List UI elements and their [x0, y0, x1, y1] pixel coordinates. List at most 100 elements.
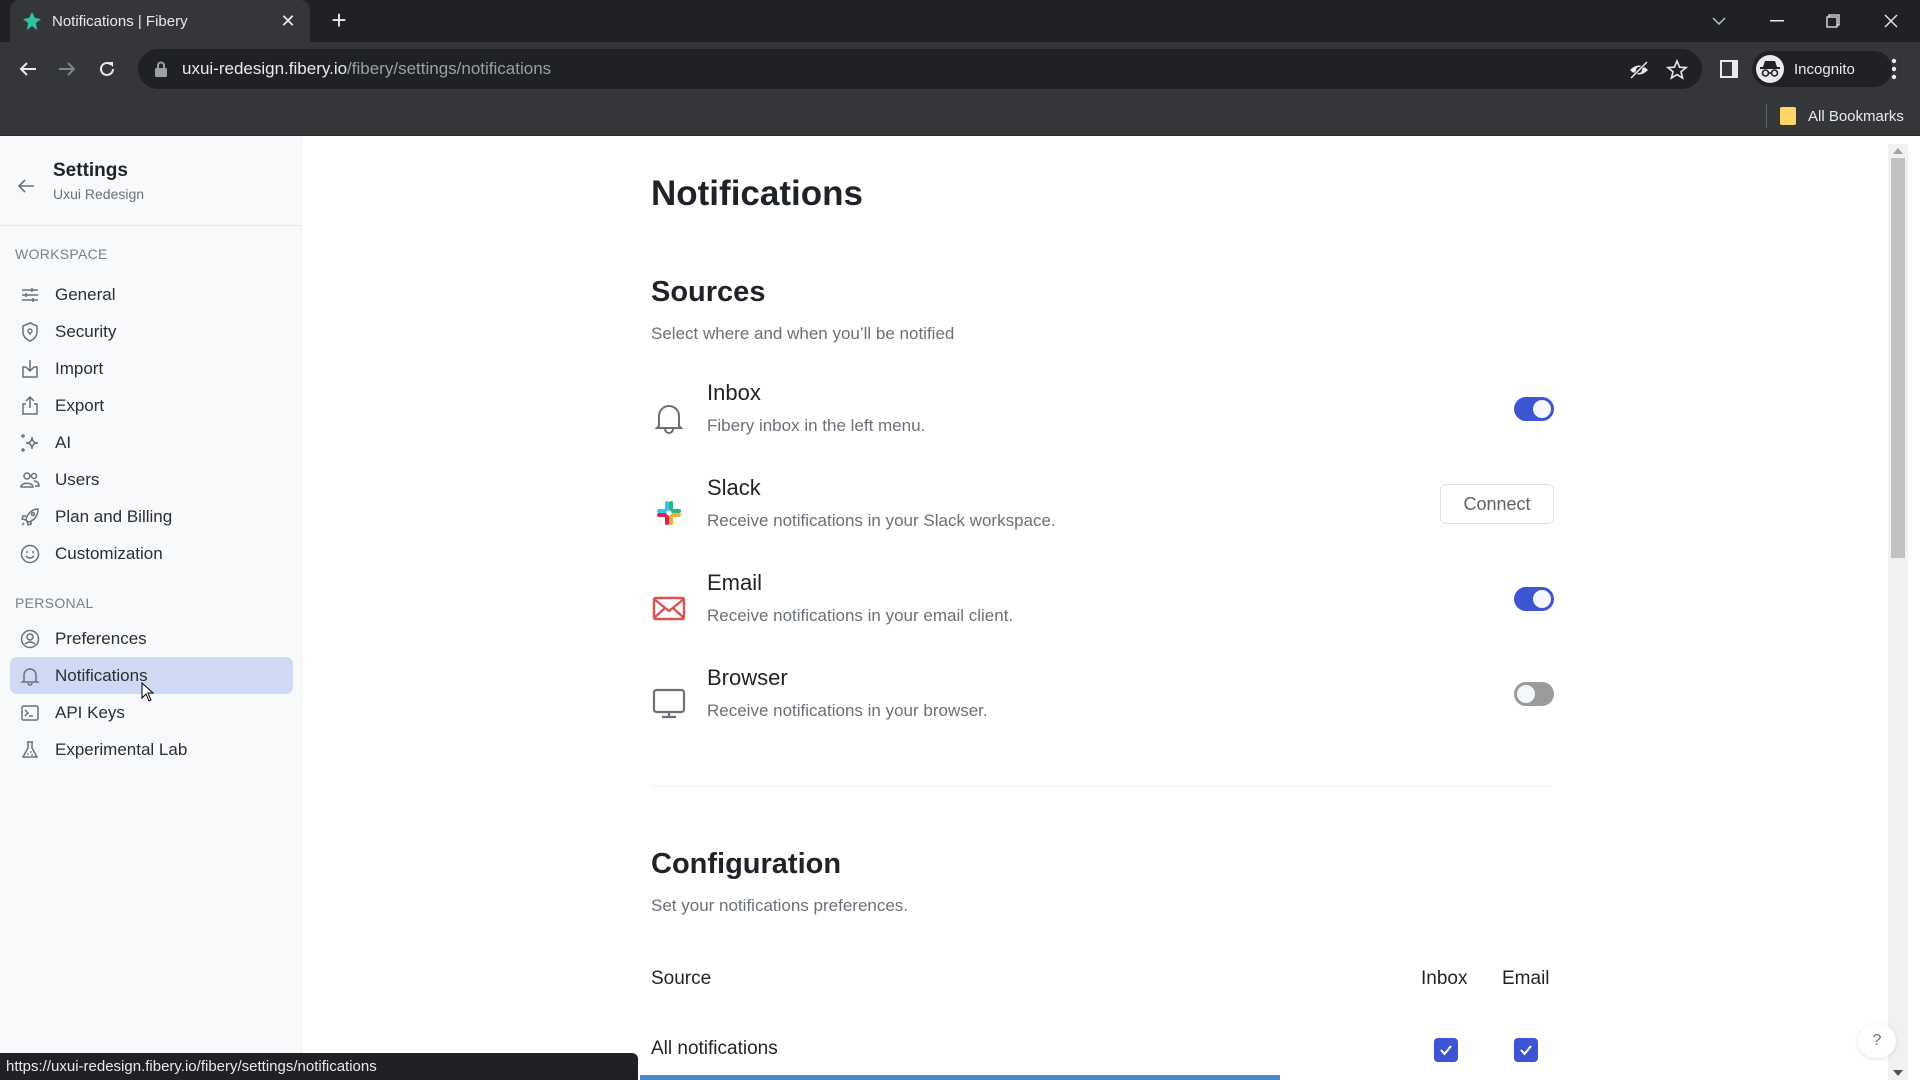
source-name: Inbox [707, 380, 761, 405]
bookmarks-bar: All Bookmarks [0, 96, 1920, 136]
flask-icon [21, 740, 39, 758]
toggle-knob [1533, 400, 1551, 418]
new-tab-button[interactable]: + [326, 7, 352, 34]
tab-search-chevron-icon[interactable] [1704, 6, 1734, 36]
url-host: uxui-redesign.fibery.io [182, 59, 348, 78]
bell-icon [20, 667, 40, 686]
tab-title: Notifications | Fibery [52, 12, 188, 30]
section-divider [651, 785, 1551, 786]
sidebar-item-security[interactable]: Security [10, 313, 293, 350]
browser-tabstrip: Notifications | Fibery ✕ + [0, 0, 1920, 42]
bookmark-star-icon[interactable] [1666, 59, 1688, 81]
page-load-progress [640, 1075, 1280, 1080]
source-name: Email [707, 570, 763, 595]
app: Settings Uxui Redesign WORKSPACE General… [0, 136, 1920, 1080]
scroll-down-arrow-icon[interactable] [1893, 1070, 1903, 1076]
all-bookmarks-button[interactable]: All Bookmarks [1780, 102, 1904, 130]
sidebar-item-experimental-lab[interactable]: Experimental Lab [10, 731, 293, 768]
sidebar-item-general[interactable]: General [10, 276, 293, 313]
import-icon [22, 359, 38, 378]
sidebar-item-label: AI [55, 432, 72, 452]
source-name: Browser [707, 665, 788, 690]
incognito-icon [1756, 55, 1784, 83]
source-desc: Receive notifications in your browser. [707, 701, 988, 720]
toggle-knob [1533, 590, 1551, 608]
side-panel-icon[interactable] [1718, 58, 1740, 80]
toggle-knob [1517, 685, 1535, 703]
tracking-eye-off-icon[interactable] [1628, 59, 1650, 81]
email-toggle[interactable] [1514, 587, 1554, 611]
all-notifications-inbox-checkbox[interactable] [1434, 1038, 1458, 1062]
users-icon [20, 471, 40, 488]
inbox-toggle[interactable] [1514, 397, 1554, 421]
sidebar-title: Settings [53, 160, 128, 181]
sidebar-item-label: Import [55, 358, 104, 378]
sidebar-item-label: API Keys [55, 702, 125, 722]
sidebar-item-label: Users [55, 469, 100, 489]
sidebar-item-label: Security [55, 321, 117, 341]
sidebar-item-import[interactable]: Import [10, 350, 293, 387]
source-desc: Receive notifications in your Slack work… [707, 511, 1056, 530]
sidebar-header: Settings Uxui Redesign [0, 136, 302, 226]
source-desc: Receive notifications in your email clie… [707, 606, 1014, 625]
source-desc: Fibery inbox in the left menu. [707, 416, 926, 435]
browser-toggle[interactable] [1514, 682, 1554, 706]
sidebar-item-label: Notifications [55, 665, 148, 685]
tab-close-icon[interactable]: ✕ [278, 11, 298, 32]
browser-tab[interactable]: Notifications | Fibery ✕ [10, 0, 310, 42]
mouse-cursor-icon [141, 682, 155, 702]
restore-icon[interactable] [1818, 6, 1848, 36]
browser-menu-icon[interactable] [1884, 56, 1904, 82]
sliders-icon [22, 287, 38, 302]
sidebar-subtitle: Uxui Redesign [53, 186, 145, 202]
browser-toolbar: uxui-redesign.fibery.io/fibery/settings/… [0, 42, 1920, 96]
checkmark-icon [1440, 1045, 1452, 1056]
sidebar-item-label: Plan and Billing [55, 506, 173, 526]
incognito-profile-button[interactable]: Incognito [1752, 51, 1892, 87]
rocket-icon [21, 507, 39, 526]
sidebar-item-label: Customization [55, 543, 163, 563]
scroll-up-arrow-icon[interactable] [1893, 148, 1903, 154]
page-scrollbar[interactable] [1888, 144, 1908, 1080]
section-label-personal: PERSONAL [15, 595, 94, 611]
config-row-label: All notifications [651, 1038, 778, 1059]
checkmark-icon [1520, 1045, 1532, 1056]
all-notifications-email-checkbox[interactable] [1514, 1038, 1538, 1062]
source-name: Slack [707, 475, 761, 500]
close-window-icon[interactable] [1876, 6, 1906, 36]
sidebar-item-preferences[interactable]: Preferences [10, 620, 293, 657]
sidebar-item-label: Experimental Lab [55, 739, 188, 759]
terminal-icon [21, 704, 39, 721]
sources-heading: Sources [651, 276, 766, 308]
source-row-slack: Slack Receive notifications in your Slac… [651, 475, 1554, 555]
sidebar-item-users[interactable]: Users [10, 461, 293, 498]
minimize-icon[interactable] [1762, 6, 1792, 36]
configuration-subtitle: Set your notifications preferences. [651, 896, 909, 915]
reload-icon[interactable] [93, 55, 121, 83]
source-row-inbox: Inbox Fibery inbox in the left menu. [651, 380, 1554, 460]
back-icon[interactable] [14, 55, 42, 83]
scroll-thumb[interactable] [1891, 158, 1905, 558]
export-icon [22, 395, 38, 415]
bookmarks-divider [1766, 104, 1767, 128]
lock-icon [155, 61, 167, 77]
shield-icon [22, 321, 38, 342]
sources-subtitle: Select where and when you’ll be notified [651, 324, 955, 343]
sidebar-item-plan-and-billing[interactable]: Plan and Billing [10, 498, 293, 535]
sidebar-item-customization[interactable]: Customization [10, 535, 293, 572]
slack-connect-button[interactable]: Connect [1440, 484, 1554, 524]
sidebar-item-label: General [55, 284, 116, 304]
sidebar-item-ai[interactable]: AI [10, 424, 293, 461]
bell-icon [654, 405, 684, 434]
column-header-source: Source [651, 968, 712, 989]
user-circle-icon [20, 629, 40, 648]
address-bar[interactable]: uxui-redesign.fibery.io/fibery/settings/… [138, 49, 1702, 89]
forward-icon[interactable] [53, 55, 81, 83]
mail-icon [652, 596, 686, 621]
section-label-workspace: WORKSPACE [15, 246, 108, 262]
back-arrow-icon[interactable] [16, 176, 36, 196]
sidebar-item-export[interactable]: Export [10, 387, 293, 424]
bookmark-folder-icon [1780, 107, 1796, 125]
source-row-browser: Browser Receive notifications in your br… [651, 665, 1554, 745]
help-button[interactable]: ? [1858, 1024, 1896, 1058]
